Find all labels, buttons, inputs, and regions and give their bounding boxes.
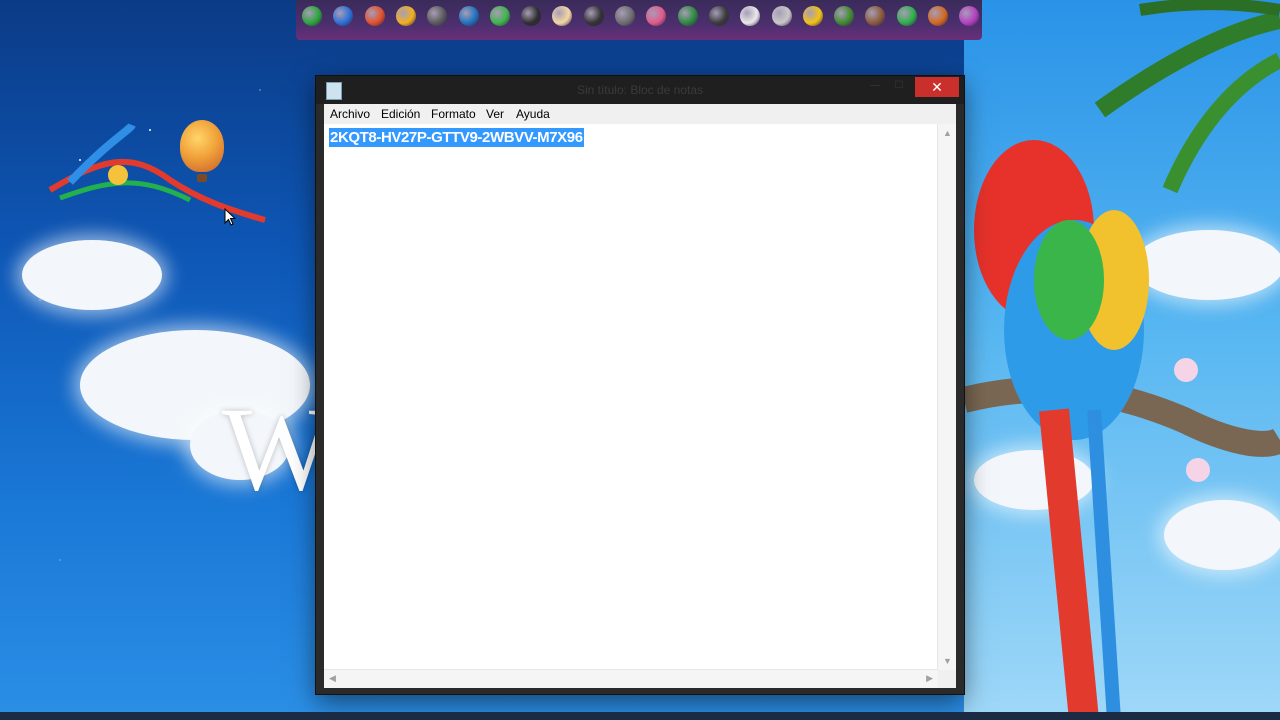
dock-app-icon[interactable] [771,6,792,26]
dock-app-icon[interactable] [708,6,729,26]
title-bar[interactable]: Sin título: Bloc de notas — ☐ ✕ [316,76,964,104]
scroll-up-icon[interactable]: ▲ [943,128,952,138]
dock-app-icon[interactable] [802,6,823,26]
vertical-scrollbar[interactable]: ▲ ▼ [937,124,956,670]
minimize-button[interactable]: — [864,80,886,94]
dock-app-icon[interactable] [583,6,604,26]
dock-app-icon[interactable] [615,6,635,26]
dock-app-icon[interactable] [458,6,479,26]
dock-app-icon[interactable] [395,6,416,26]
dock-app-icon[interactable] [364,6,385,26]
dock-app-icon[interactable] [646,6,667,26]
dock-app-icon[interactable] [928,6,948,26]
cloud [22,240,162,310]
application-dock [296,0,982,40]
dock-app-icon[interactable] [302,6,322,26]
dock-app-icon[interactable] [427,6,448,26]
dock-app-icon[interactable] [959,6,980,26]
dock-app-icon[interactable] [896,6,917,26]
scrollbar-corner [938,670,956,688]
close-button[interactable]: ✕ [915,77,959,97]
dock-app-icon[interactable] [677,6,698,26]
dock-app-icon[interactable] [552,6,573,26]
menu-ver[interactable]: Ver [486,107,504,121]
scroll-right-icon[interactable]: ▶ [926,673,933,684]
menu-archivo[interactable]: Archivo [330,107,370,121]
dock-app-icon[interactable] [834,6,855,26]
horizontal-scrollbar[interactable]: ◀ ▶ [324,669,938,688]
selected-text[interactable]: 2KQT8-HV27P-GTTV9-2WBVV-M7X96 [329,128,584,147]
dock-app-icon[interactable] [333,6,354,26]
dock-app-icon[interactable] [865,6,886,26]
mouse-cursor-icon [224,208,236,226]
menu-edicion[interactable]: Edición [381,107,420,121]
notepad-window: Sin título: Bloc de notas — ☐ ✕ Archivo … [316,76,964,694]
maximize-button[interactable]: ☐ [888,80,910,94]
dock-app-icon[interactable] [489,6,510,26]
scroll-down-icon[interactable]: ▼ [943,656,952,666]
dock-app-icon[interactable] [521,6,542,26]
parrot-perched-decoration [974,140,1149,720]
menu-ayuda[interactable]: Ayuda [516,107,550,121]
taskbar[interactable] [0,712,1280,720]
menu-bar: Archivo Edición Formato Ver Ayuda [324,104,956,124]
menu-formato[interactable]: Formato [431,107,476,121]
text-editor[interactable]: 2KQT8-HV27P-GTTV9-2WBVV-M7X96 ▲ ▼ ◀ ▶ [324,124,956,688]
scroll-left-icon[interactable]: ◀ [329,673,336,684]
dock-app-icon[interactable] [740,6,761,26]
